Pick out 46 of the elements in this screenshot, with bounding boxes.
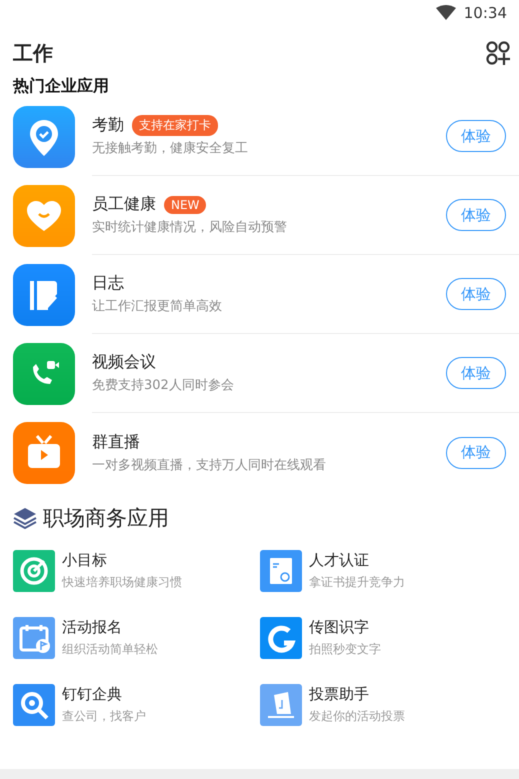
app-name: 活动报名 <box>62 618 123 637</box>
notebook-icon <box>13 264 75 326</box>
app-badge: NEW <box>164 196 206 214</box>
app-description: 拿证书提升竞争力 <box>309 574 405 591</box>
layers-icon <box>13 507 37 529</box>
app-name: 考勤 <box>92 115 124 136</box>
app-description: 组织活动简单轻松 <box>62 641 158 658</box>
swirl-logo-icon <box>260 617 302 659</box>
tv-icon <box>13 422 75 484</box>
app-description: 快速培养职场健康习惯 <box>62 574 182 591</box>
wifi-icon <box>436 5 456 21</box>
location-pin-icon <box>13 106 75 168</box>
section-title: 热门企业应用 <box>12 75 110 97</box>
app-description: 无接触考勤，健康安全复工 <box>92 140 249 157</box>
app-name: 钉钉企典 <box>62 685 123 704</box>
app-description: 让工作汇报更简单高效 <box>92 298 223 315</box>
app-description: 一对多视频直播，支持万人同时在线观看 <box>92 456 327 474</box>
try-button[interactable]: 体验 <box>446 278 506 310</box>
ballot-icon <box>260 684 302 726</box>
target-icon <box>13 550 55 592</box>
app-description: 免费支持302人同时参会 <box>92 377 235 394</box>
app-name: 传图识字 <box>309 618 370 637</box>
calendar-icon <box>13 617 55 659</box>
try-button[interactable]: 体验 <box>446 357 506 389</box>
app-description: 拍照秒变文字 <box>309 641 381 658</box>
status-time: 10:34 <box>464 4 507 22</box>
app-name: 群直播 <box>92 432 140 452</box>
app-name: 视频会议 <box>92 352 156 373</box>
app-name: 人才认证 <box>309 551 370 570</box>
section-title: 职场商务应用 <box>43 505 169 532</box>
try-button[interactable]: 体验 <box>446 120 506 152</box>
app-name: 日志 <box>92 273 124 294</box>
try-button[interactable]: 体验 <box>446 199 506 231</box>
page-title: 工作 <box>13 40 53 66</box>
certificate-icon <box>260 550 302 592</box>
app-name: 投票助手 <box>309 685 370 704</box>
app-name: 小目标 <box>62 551 108 570</box>
app-description: 实时统计健康情况，风险自动预警 <box>92 219 288 236</box>
add-apps-icon[interactable] <box>485 40 511 66</box>
app-badge: 支持在家打卡 <box>132 115 218 136</box>
app-description: 查公司，找客户 <box>62 708 146 725</box>
app-description: 发起你的活动投票 <box>309 708 405 725</box>
try-button[interactable]: 体验 <box>446 436 506 468</box>
app-name: 员工健康 <box>92 194 156 215</box>
phone-camera-icon <box>13 342 75 404</box>
magnifier-icon <box>13 684 55 726</box>
